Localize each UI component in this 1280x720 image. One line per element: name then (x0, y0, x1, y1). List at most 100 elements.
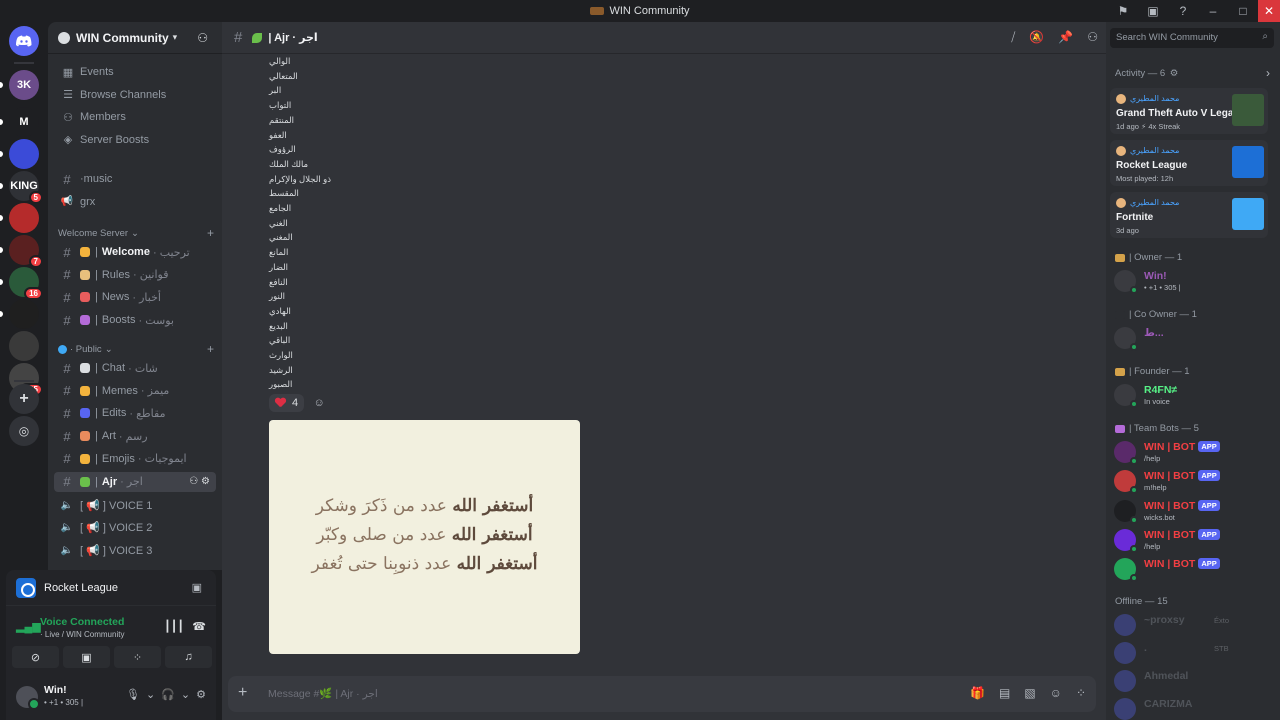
server-icon (58, 31, 70, 44)
share-screen-button[interactable]: ▣ (63, 646, 110, 668)
member-item[interactable]: CARIZMA (1114, 696, 1274, 720)
settings-gear-icon[interactable]: ⚙ (201, 476, 210, 487)
server-icon[interactable]: 7 (9, 235, 43, 268)
image-attachment[interactable]: أستغفر الله عدد من ذَكرَ وشكر أستغفر الله… (269, 420, 580, 654)
disconnect-icon[interactable]: ☎ (192, 620, 206, 633)
server-icon[interactable] (9, 331, 39, 361)
voice-channel[interactable]: 🔈 [ 📢 ] VOICE 2 (54, 518, 216, 538)
chevron-down-icon[interactable]: ⌄ (146, 688, 155, 701)
apps-icon[interactable]: ⁘ (1076, 686, 1086, 700)
settings-gear-icon[interactable]: ⚙ (196, 688, 206, 701)
inbox-icon[interactable]: ⚑ (1108, 4, 1138, 18)
server-icon[interactable]: KING 5 (9, 171, 43, 204)
gif-icon[interactable]: ▤ (999, 686, 1010, 700)
channel-ajr[interactable]: # | Ajr · اجر ⚇ ⚙ (54, 471, 216, 492)
server-icon[interactable]: M (9, 107, 39, 137)
current-activity[interactable]: Rocket League ▣ (6, 570, 216, 606)
category-welcome[interactable]: Welcome Server ⌄ + (58, 226, 214, 240)
voice-channel[interactable]: 🔈 [ 📢 ] VOICE 1 (54, 495, 216, 515)
nav-events[interactable]: ▦ Events (54, 62, 216, 82)
channel-memes[interactable]: # | Memes · ميمز (54, 381, 216, 401)
server-icon[interactable] (9, 203, 39, 233)
channel-item[interactable]: 📢 grx (54, 192, 216, 212)
activity-card[interactable]: محمد المطيري Grand Theft Auto V Legacy 1d … (1110, 88, 1268, 134)
voice-channel-info[interactable]: · Live / WIN Community (40, 630, 124, 639)
server-header[interactable]: WIN Community ▾ ⚇ (48, 22, 222, 54)
screen-share-icon[interactable]: ▣ (192, 581, 202, 594)
emoji-icon[interactable]: ☺ (1050, 686, 1062, 700)
screen-share-icon[interactable]: ▣ (1138, 4, 1168, 18)
maximize-icon[interactable]: □ (1228, 4, 1258, 18)
channel-art[interactable]: # | Art · رسم (54, 426, 216, 446)
discord-home-icon[interactable] (9, 26, 39, 56)
unread-pill (0, 151, 3, 157)
gift-icon[interactable]: 🎁 (970, 686, 985, 700)
add-server-icon[interactable]: + (9, 384, 39, 414)
voice-channel[interactable]: 🔈 [ 📢 ] VOICE 3 (54, 540, 216, 560)
avatar[interactable] (16, 686, 40, 710)
notifications-muted-icon[interactable]: 🔕 (1029, 30, 1044, 45)
megaphone-icon: 📢 (60, 196, 74, 207)
add-channel-icon[interactable]: + (207, 342, 214, 356)
minimize-icon[interactable]: – (1198, 4, 1228, 18)
username[interactable]: Win! (44, 684, 67, 696)
member-item[interactable]: R4FN≠ In voice (1114, 382, 1274, 410)
sticker-icon[interactable]: ▧ (1024, 686, 1035, 700)
member-item[interactable]: WIN | BOT APP wicks.bot (1114, 498, 1274, 526)
message-composer[interactable]: + Message #🌿 | Ajr · اجر 🎁 ▤ ▧ ☺ ⁘ (228, 676, 1096, 712)
server-icon[interactable] (9, 139, 39, 169)
nav-browse-channels[interactable]: ☰ Browse Channels (54, 85, 216, 105)
threads-icon[interactable]: ⧸ (1011, 30, 1015, 45)
camera-off-button[interactable]: ⊘ (12, 646, 59, 668)
member-item[interactable]: WIN | BOT APP/help (1114, 527, 1274, 555)
server-icon[interactable]: 16 (9, 267, 43, 300)
pin-icon[interactable]: 📌 (1058, 30, 1073, 45)
channel-edits[interactable]: # | Edits · مقاطع (54, 403, 216, 423)
discover-icon[interactable]: ◎ (9, 416, 39, 446)
add-reaction-icon[interactable]: ☺ (310, 394, 328, 412)
server-icon[interactable]: 3K (9, 70, 39, 100)
message-input[interactable]: Message #🌿 | Ajr · اجر (268, 687, 378, 700)
soundboard-button[interactable]: ♫ (165, 646, 212, 668)
settings-gear-icon[interactable]: ⚙ (1170, 68, 1179, 79)
member-list-icon[interactable]: ⚇ (1087, 30, 1098, 45)
search-input[interactable]: Search WIN Community ⌕ (1110, 28, 1274, 48)
chevron-right-icon[interactable]: › (1266, 66, 1270, 80)
add-channel-icon[interactable]: + (207, 226, 214, 240)
close-icon[interactable]: ✕ (1258, 0, 1280, 22)
activity-card[interactable]: محمد المطيري Rocket League Most played: 12… (1110, 140, 1268, 186)
member-item[interactable]: Ahmedal (1114, 668, 1274, 696)
voice-channel-name: [ 📢 ] VOICE 2 (80, 522, 153, 534)
channel-rules[interactable]: # | Rules · قوانين (54, 265, 216, 285)
chevron-down-icon[interactable]: ⌄ (181, 688, 190, 701)
activity-card[interactable]: محمد المطيري Fortnite 3d ago (1110, 192, 1268, 238)
member-item[interactable]: WIN | BOT APP m!help (1114, 468, 1274, 496)
category-public[interactable]: · Public ⌄ + (58, 342, 214, 356)
voice-status[interactable]: Voice Connected (40, 616, 124, 628)
member-item[interactable]: ط... (1114, 325, 1274, 353)
member-item[interactable]: ~proxsy Éxto (1114, 612, 1274, 640)
channel-news[interactable]: # | News · أخبار (54, 287, 216, 307)
upload-plus-icon[interactable]: + (238, 684, 247, 702)
invite-people-icon[interactable]: ⚇ (197, 31, 208, 45)
member-item[interactable]: WIN | BOT APP/help (1114, 439, 1274, 467)
channel-chat[interactable]: # | Chat · شات (54, 358, 216, 378)
heart-reaction[interactable]: 4 (269, 394, 305, 412)
microphone-icon[interactable]: 🎙 (126, 688, 140, 701)
channel-welcome[interactable]: # | Welcome · ترحيب (54, 242, 216, 262)
channel-item[interactable]: # ·music (54, 169, 216, 189)
channel-emojis[interactable]: # | Emojis · ايموجيات (54, 449, 216, 469)
noise-suppression-icon[interactable]: ┃┃┃ (164, 620, 184, 633)
nav-members[interactable]: ⚇ Members (54, 107, 216, 127)
invite-icon[interactable]: ⚇ (189, 476, 201, 487)
channel-boosts[interactable]: # | Boosts · بوست (54, 310, 216, 330)
channel-name: News (101, 291, 130, 304)
server-icon[interactable] (9, 299, 39, 329)
nav-server-boosts[interactable]: ◈ Server Boosts (54, 130, 216, 150)
headphones-icon[interactable]: 🎧 (161, 688, 175, 701)
member-item[interactable]: . STB (1114, 640, 1274, 668)
member-item[interactable]: Win! • +1 • 305 | (1114, 268, 1274, 296)
help-icon[interactable]: ? (1168, 4, 1198, 18)
activities-button[interactable]: ⁘ (114, 646, 161, 668)
member-item[interactable]: WIN | BOT APP (1114, 556, 1274, 584)
